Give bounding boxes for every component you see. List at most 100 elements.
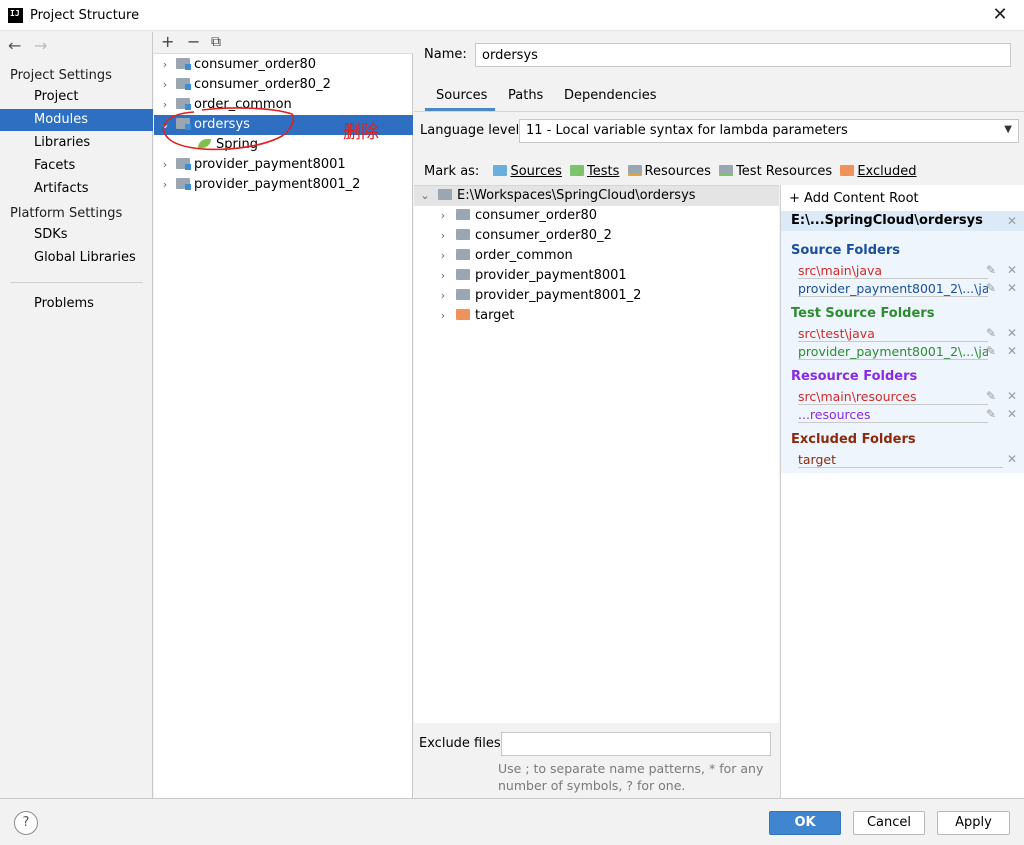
source-folder-row[interactable]: › target xyxy=(438,306,515,326)
close-icon[interactable]: ✕ xyxy=(1007,407,1017,421)
dropdown-arrow-icon[interactable]: ▼ xyxy=(1004,124,1012,135)
language-level-label: Language level: xyxy=(420,123,524,138)
forward-arrow-icon[interactable]: → xyxy=(34,36,47,55)
remove-module-button[interactable]: − xyxy=(187,32,200,52)
chevron-right-icon[interactable]: › xyxy=(160,175,170,195)
sidebar-item-modules[interactable]: Modules xyxy=(0,109,153,131)
apply-button[interactable]: Apply xyxy=(937,811,1010,835)
close-icon[interactable]: ✕ xyxy=(1007,263,1017,277)
sidebar-item-global-libraries[interactable]: Global Libraries xyxy=(0,247,153,269)
test-folder-entry[interactable]: provider_payment8001_2\...\java xyxy=(798,344,988,360)
folder-icon xyxy=(456,249,470,260)
close-icon[interactable]: ✕ xyxy=(1007,452,1017,466)
add-content-root-label: Add Content Root xyxy=(804,191,919,206)
cancel-button[interactable]: Cancel xyxy=(853,811,925,835)
source-folder-entry[interactable]: provider_payment8001_2\...\java xyxy=(798,281,988,297)
module-label: consumer_order80_2 xyxy=(194,77,331,92)
chevron-right-icon[interactable]: › xyxy=(160,75,170,95)
modules-toolbar: + − ⧉ xyxy=(154,32,413,54)
excluded-folder-entry[interactable]: target xyxy=(798,452,1003,468)
source-folder-entry[interactable]: src\main\java xyxy=(798,263,988,279)
plus-icon: + xyxy=(789,191,805,206)
source-folder-row[interactable]: › consumer_order80 xyxy=(438,206,597,226)
folder-icon xyxy=(456,209,470,220)
chevron-right-icon[interactable]: › xyxy=(438,226,448,246)
chevron-right-icon[interactable]: › xyxy=(438,286,448,306)
close-icon[interactable]: ✕ xyxy=(988,4,1012,26)
mark-sources-button[interactable]: Sources xyxy=(493,164,562,179)
add-content-root-button[interactable]: + Add Content Root xyxy=(789,191,919,206)
pencil-icon[interactable]: ✎ xyxy=(986,389,996,403)
source-folder-row[interactable]: › consumer_order80_2 xyxy=(438,226,612,246)
title-bar: IJ Project Structure ✕ xyxy=(0,0,1024,31)
test-resources-folder-icon xyxy=(719,165,734,176)
module-label: provider_payment8001_2 xyxy=(194,177,361,192)
tab-paths[interactable]: Paths xyxy=(508,86,543,112)
folder-icon xyxy=(456,229,470,240)
pencil-icon[interactable]: ✎ xyxy=(986,281,996,295)
module-folder-icon xyxy=(176,178,191,190)
sidebar-item-facets[interactable]: Facets xyxy=(0,155,153,177)
copy-module-button[interactable]: ⧉ xyxy=(211,32,221,52)
folder-label: target xyxy=(475,308,515,323)
resource-folder-entry[interactable]: ...resources xyxy=(798,407,988,423)
sources-folder-icon xyxy=(493,165,508,176)
sidebar-item-problems[interactable]: Problems xyxy=(0,293,153,315)
test-folder-entry[interactable]: src\test\java xyxy=(798,326,988,342)
folder-label: order_common xyxy=(475,248,573,263)
module-folder-icon xyxy=(176,78,191,90)
mark-resources-button[interactable]: Resources xyxy=(627,164,711,179)
chevron-right-icon[interactable]: › xyxy=(438,306,448,326)
sidebar-item-artifacts[interactable]: Artifacts xyxy=(0,178,153,200)
sidebar-divider xyxy=(10,282,143,283)
chevron-right-icon[interactable]: › xyxy=(438,246,448,266)
module-folder-icon xyxy=(176,58,191,70)
exclude-files-input[interactable] xyxy=(501,732,771,756)
source-folder-row[interactable]: › provider_payment8001 xyxy=(438,266,627,286)
pencil-icon[interactable]: ✎ xyxy=(986,326,996,340)
sidebar-item-libraries[interactable]: Libraries xyxy=(0,132,153,154)
source-root-row[interactable]: ⌄ E:\Workspaces\SpringCloud\ordersys xyxy=(414,186,779,206)
folder-label: consumer_order80_2 xyxy=(475,228,612,243)
folder-icon xyxy=(438,189,452,200)
ok-button[interactable]: OK xyxy=(769,811,841,835)
language-level-select[interactable]: 11 - Local variable syntax for lambda pa… xyxy=(519,119,1019,143)
resource-folder-entry[interactable]: src\main\resources xyxy=(798,389,988,405)
mark-tests-button[interactable]: Tests xyxy=(570,164,619,179)
chevron-down-icon[interactable]: ⌄ xyxy=(420,186,430,206)
language-level-value: 11 - Local variable syntax for lambda pa… xyxy=(526,123,848,138)
close-icon[interactable]: ✕ xyxy=(1007,281,1017,295)
source-root-label: E:\Workspaces\SpringCloud\ordersys xyxy=(457,188,696,203)
source-folder-row[interactable]: › order_common xyxy=(438,246,573,266)
chevron-right-icon[interactable]: › xyxy=(438,266,448,286)
window-title: Project Structure xyxy=(30,8,140,23)
annotation-text: 删除 xyxy=(343,122,379,143)
close-icon[interactable]: ✕ xyxy=(1007,344,1017,358)
mark-test-resources-button[interactable]: Test Resources xyxy=(719,164,832,179)
module-name-input[interactable] xyxy=(475,43,1011,67)
mark-test-resources-label: Test Resources xyxy=(736,164,833,179)
module-row[interactable]: › consumer_order80 xyxy=(154,55,413,75)
add-module-button[interactable]: + xyxy=(161,32,174,52)
pencil-icon[interactable]: ✎ xyxy=(986,407,996,421)
source-folder-row[interactable]: › provider_payment8001_2 xyxy=(438,286,642,306)
mark-excluded-button[interactable]: Excluded xyxy=(840,164,917,179)
sidebar-item-project[interactable]: Project xyxy=(0,86,153,108)
chevron-right-icon[interactable]: › xyxy=(438,206,448,226)
back-arrow-icon[interactable]: ← xyxy=(8,36,21,55)
tab-dependencies[interactable]: Dependencies xyxy=(564,86,657,112)
close-icon[interactable]: ✕ xyxy=(1007,326,1017,340)
excluded-folder-icon xyxy=(456,309,470,320)
content-root-path: E:\...SpringCloud\ordersys xyxy=(781,211,1024,231)
resource-folders-heading: Resource Folders xyxy=(791,369,918,384)
chevron-right-icon[interactable]: › xyxy=(160,55,170,75)
pencil-icon[interactable]: ✎ xyxy=(986,344,996,358)
close-icon[interactable]: ✕ xyxy=(1007,389,1017,403)
module-row[interactable]: › provider_payment8001_2 xyxy=(154,175,413,195)
pencil-icon[interactable]: ✎ xyxy=(986,263,996,277)
test-source-folders-heading: Test Source Folders xyxy=(791,306,935,321)
sidebar-item-sdks[interactable]: SDKs xyxy=(0,224,153,246)
help-button[interactable]: ? xyxy=(14,811,38,835)
remove-content-root-icon[interactable]: ✕ xyxy=(1007,214,1017,228)
module-row[interactable]: › consumer_order80_2 xyxy=(154,75,413,95)
